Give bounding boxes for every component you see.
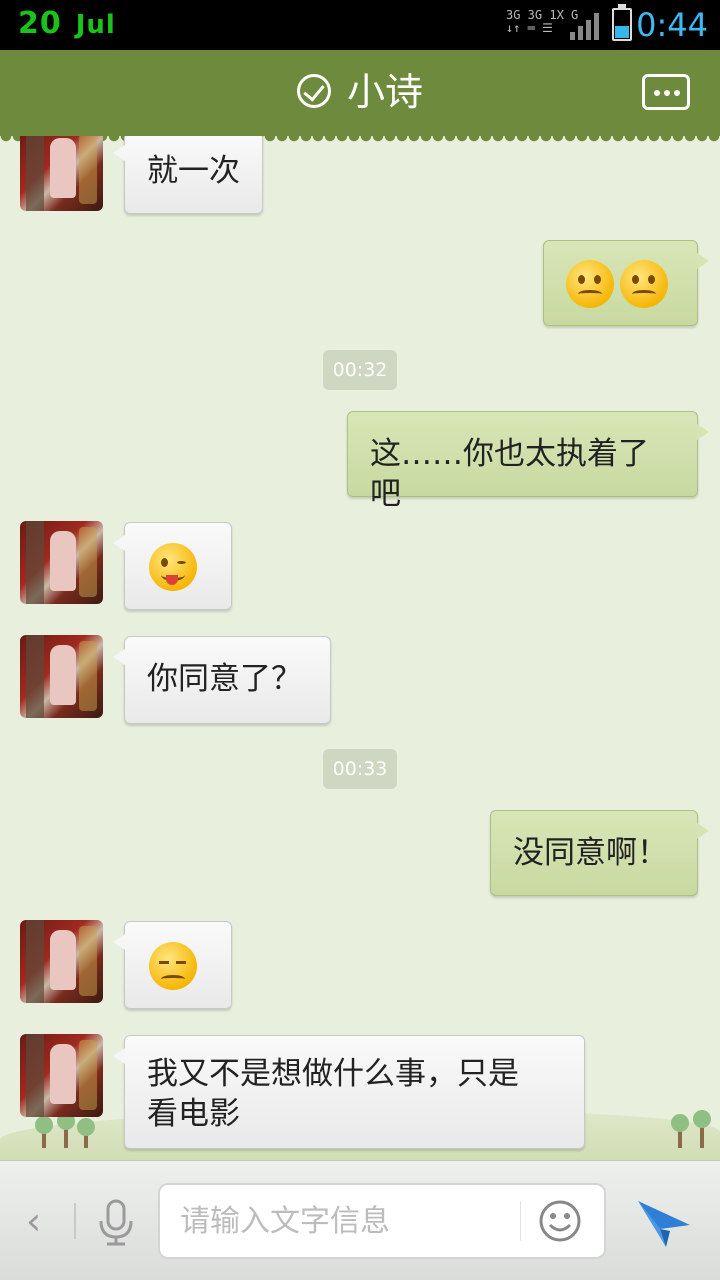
message-text-line: 我又不是想做什么事，只是 bbox=[147, 1056, 519, 1092]
contact-avatar[interactable] bbox=[20, 136, 103, 211]
incoming-message[interactable]: 我又不是想做什么事，只是 看电影 bbox=[113, 1035, 585, 1149]
emoji-picker-icon[interactable] bbox=[538, 1199, 582, 1243]
chat-message-list[interactable]: 就一次 00:32 这……你也太执着了吧 你同意了？ 00:33 没同意啊！ 我… bbox=[0, 136, 720, 1160]
chat-title: 小诗 bbox=[0, 66, 720, 118]
timestamp-divider: 00:32 bbox=[323, 350, 397, 390]
outgoing-message[interactable]: 这……你也太执着了吧 bbox=[347, 411, 709, 512]
tree-decoration bbox=[35, 1116, 53, 1148]
contact-avatar[interactable] bbox=[20, 521, 103, 604]
verified-check-icon bbox=[296, 73, 331, 108]
outgoing-message[interactable] bbox=[543, 240, 709, 326]
tree-decoration bbox=[77, 1118, 95, 1148]
outgoing-message[interactable]: 没同意啊！ bbox=[490, 810, 709, 896]
status-date-day: 20 bbox=[18, 6, 62, 41]
message-input-bar: ‹ bbox=[0, 1160, 720, 1280]
divider bbox=[74, 1203, 76, 1239]
message-input-container[interactable] bbox=[158, 1183, 606, 1259]
send-icon[interactable] bbox=[636, 1195, 692, 1249]
chat-header: 小诗 bbox=[0, 50, 720, 142]
contact-avatar[interactable] bbox=[20, 1034, 103, 1117]
tongue-wink-emoji-icon bbox=[149, 543, 197, 591]
status-date-month: Jul bbox=[75, 10, 116, 40]
chat-menu-icon[interactable] bbox=[642, 74, 690, 110]
message-text: 这……你也太执着了吧 bbox=[370, 436, 649, 512]
awkward-face-emoji-icon bbox=[566, 260, 614, 308]
battery-icon bbox=[612, 4, 632, 41]
chevron-left-icon[interactable]: ‹ bbox=[26, 1202, 46, 1240]
incoming-message[interactable]: 就一次 bbox=[113, 136, 263, 214]
tree-decoration bbox=[57, 1112, 75, 1148]
contact-name: 小诗 bbox=[346, 70, 423, 114]
sad-face-emoji-icon bbox=[149, 942, 197, 990]
message-input[interactable] bbox=[180, 1201, 510, 1241]
tree-decoration bbox=[671, 1114, 689, 1148]
signal-strength-icon bbox=[570, 13, 599, 40]
timestamp-divider: 00:33 bbox=[323, 749, 397, 789]
microphone-icon[interactable] bbox=[96, 1199, 136, 1247]
message-text: 就一次 bbox=[147, 153, 240, 189]
divider bbox=[520, 1201, 521, 1241]
status-bar: 20 Jul 3G 3G 1X G ↓↑ ═ ☰ 0:44 bbox=[0, 0, 720, 50]
incoming-message[interactable] bbox=[113, 522, 232, 610]
message-text: 没同意啊！ bbox=[513, 835, 668, 871]
network-type-icons: 3G 3G 1X G ↓↑ ═ ☰ bbox=[506, 9, 578, 41]
message-text-line: 看电影 bbox=[147, 1096, 240, 1132]
status-date: 20 Jul bbox=[18, 6, 116, 41]
contact-avatar[interactable] bbox=[20, 635, 103, 718]
awkward-face-emoji-icon bbox=[620, 260, 668, 308]
message-text: 你同意了？ bbox=[147, 661, 302, 697]
contact-avatar[interactable] bbox=[20, 920, 103, 1003]
status-time: 0:44 bbox=[636, 6, 708, 44]
incoming-message[interactable] bbox=[113, 921, 232, 1009]
tree-decoration bbox=[693, 1110, 711, 1148]
network-activity-icon: ↓↑ ═ ☰ bbox=[506, 21, 553, 35]
incoming-message[interactable]: 你同意了？ bbox=[113, 636, 331, 724]
